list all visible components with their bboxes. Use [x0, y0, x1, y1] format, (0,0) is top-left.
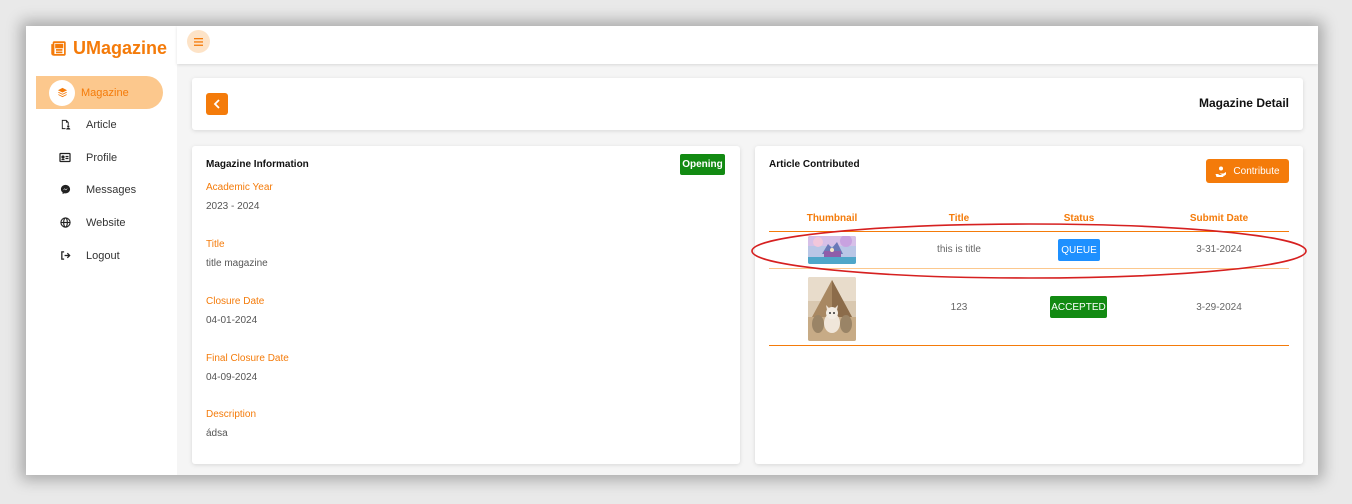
- hamburger-icon: [194, 37, 203, 46]
- column-header-title[interactable]: Title: [931, 213, 987, 224]
- description-label: Description: [206, 409, 257, 420]
- app-name: UMagazine: [73, 38, 168, 58]
- app-logo[interactable]: UMagazine: [50, 38, 167, 59]
- magazine-info-card: Magazine Information Opening Academic Ye…: [192, 146, 740, 464]
- title-value: title magazine: [206, 258, 268, 269]
- page-header: Magazine Detail: [192, 78, 1303, 130]
- sidebar-item-profile[interactable]: Profile: [36, 141, 163, 174]
- sidebar-item-label: Magazine: [81, 86, 129, 99]
- sidebar-item-messages[interactable]: Messages: [36, 173, 163, 206]
- sidebar-item-label: Profile: [86, 151, 118, 164]
- column-header-thumbnail[interactable]: Thumbnail: [804, 213, 860, 224]
- article-thumbnail[interactable]: [808, 277, 856, 341]
- sidebar-item-label: Logout: [86, 249, 120, 262]
- academic-year-label: Academic Year: [206, 182, 273, 193]
- app-window: UMagazine Magazine Article Profile Messa: [26, 26, 1318, 475]
- status-badge: Opening: [680, 154, 725, 175]
- closure-date-value: 04-01-2024: [206, 315, 258, 326]
- article-title: this is title: [937, 244, 981, 255]
- card-title: Article Contributed: [769, 159, 860, 170]
- newspaper-icon: [51, 41, 66, 56]
- contribute-label: Contribute: [1233, 165, 1280, 177]
- row-divider: [769, 268, 1289, 269]
- table-bottom-divider: [769, 345, 1289, 346]
- academic-year-value: 2023 - 2024: [206, 201, 260, 212]
- hand-user-icon: [1215, 166, 1227, 177]
- messenger-icon: [52, 177, 78, 203]
- sidebar-item-website[interactable]: Website: [36, 206, 163, 239]
- column-header-status[interactable]: Status: [1051, 213, 1107, 224]
- submit-date: 3-29-2024: [1196, 302, 1242, 313]
- final-closure-date-value: 04-09-2024: [206, 372, 258, 383]
- final-closure-date-label: Final Closure Date: [206, 353, 289, 364]
- column-header-submit-date[interactable]: Submit Date: [1179, 213, 1259, 224]
- status-badge: ACCEPTED: [1050, 296, 1107, 318]
- logout-icon: [52, 243, 78, 269]
- layers-icon: [49, 79, 75, 106]
- menu-toggle-button[interactable]: [187, 30, 210, 53]
- page-title: Magazine Detail: [1198, 96, 1289, 110]
- card-title: Magazine Information: [206, 159, 309, 170]
- sidebar-item-article[interactable]: Article: [36, 108, 163, 141]
- title-label: Title: [206, 239, 225, 250]
- id-card-icon: [52, 145, 78, 171]
- table-header-divider: [769, 231, 1289, 232]
- file-user-icon: [52, 112, 78, 138]
- status-badge: QUEUE: [1058, 239, 1100, 261]
- closure-date-label: Closure Date: [206, 296, 265, 307]
- sidebar: UMagazine Magazine Article Profile Messa: [26, 26, 177, 475]
- sidebar-item-magazine[interactable]: Magazine: [36, 76, 163, 109]
- contribute-button[interactable]: Contribute: [1206, 159, 1289, 183]
- top-bar: [177, 26, 1318, 64]
- article-title: 123: [950, 302, 968, 313]
- submit-date: 3-31-2024: [1196, 244, 1242, 255]
- sidebar-item-label: Article: [86, 118, 117, 131]
- globe-icon: [52, 210, 78, 236]
- back-button[interactable]: [206, 93, 228, 115]
- description-value: ádsa: [206, 428, 228, 439]
- chevron-left-icon: [213, 99, 220, 109]
- sidebar-item-label: Messages: [86, 183, 137, 196]
- sidebar-item-label: Website: [86, 216, 126, 229]
- article-thumbnail[interactable]: [808, 236, 856, 264]
- sidebar-item-logout[interactable]: Logout: [36, 239, 163, 272]
- articles-card: Article Contributed Contribute Thumbnail…: [755, 146, 1303, 464]
